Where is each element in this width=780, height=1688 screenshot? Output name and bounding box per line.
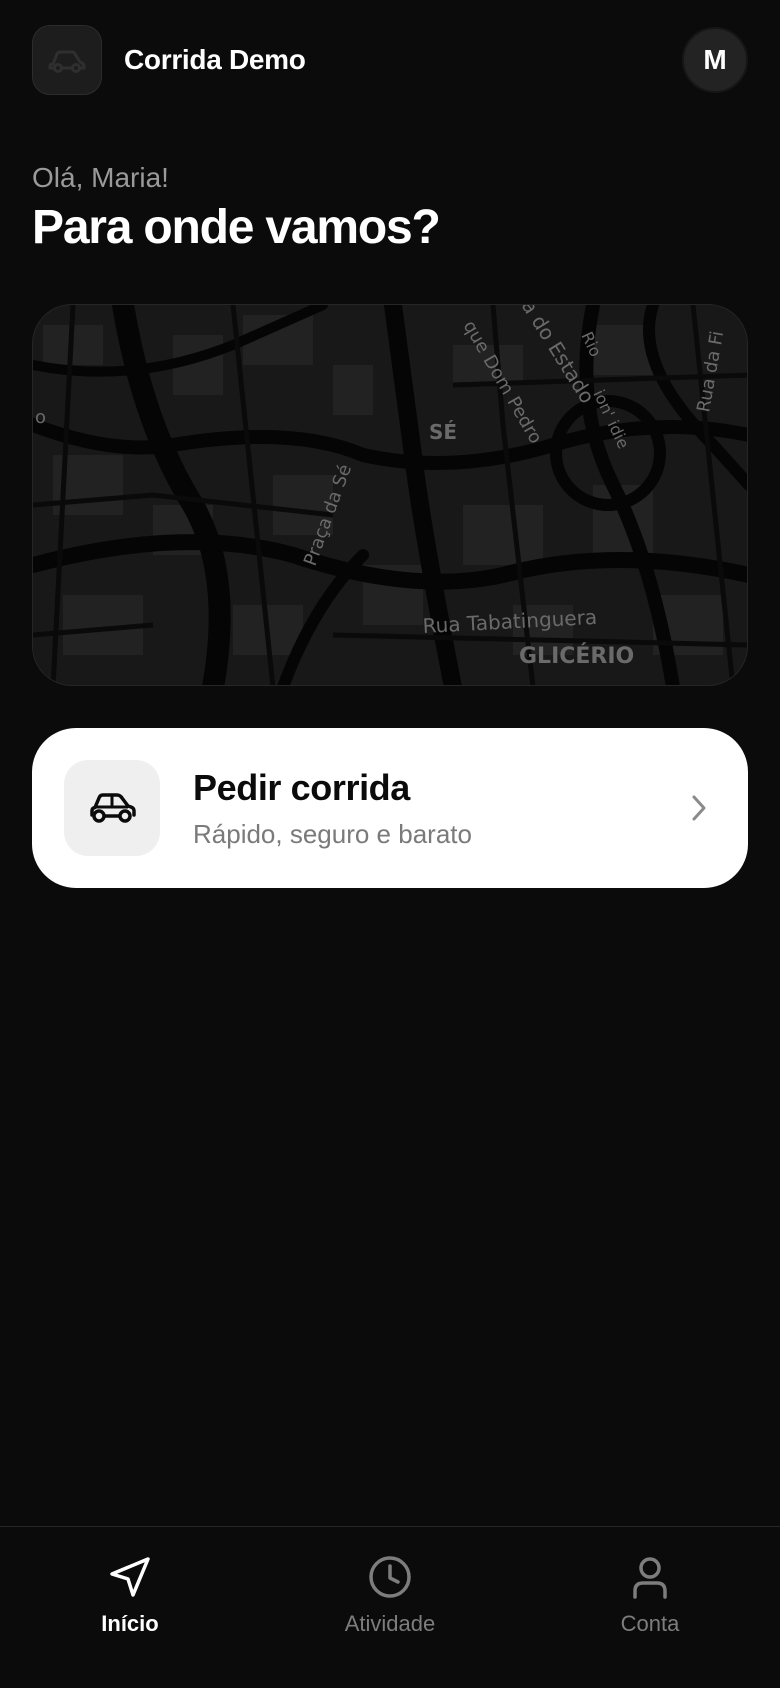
nav-item-conta[interactable]: Conta [520,1527,780,1688]
nav-item-atividade[interactable]: Atividade [260,1527,520,1688]
avatar[interactable]: M [682,27,748,93]
app-title: Corrida Demo [124,44,306,75]
clock-icon [369,1556,411,1598]
map-preview[interactable]: SÉ Praça da Sé que Dom Pedro a do Estado… [32,304,748,686]
ride-title: Pedir corrida [193,766,410,808]
page-title: Para onde vamos? [32,201,441,254]
request-ride-button[interactable]: Pedir corrida Rápido, seguro e barato [32,728,748,888]
nav-label: Conta [620,1611,680,1636]
app-logo [32,25,102,95]
nav-label: Atividade [344,1611,436,1636]
map-graphic: SÉ Praça da Sé que Dom Pedro a do Estado… [33,305,747,685]
map-label-left-edge: o [35,407,46,428]
car-icon [90,793,136,823]
nav-item-inicio[interactable]: Início [0,1527,260,1688]
chevron-right-icon [690,794,708,822]
app-header: Corrida Demo M [32,24,748,96]
ride-icon-box [64,760,160,856]
map-label-se: SÉ [429,420,457,444]
nav-label: Início [101,1611,159,1636]
navigation-arrow-icon [110,1557,150,1597]
ride-text: Pedir corrida Rápido, seguro e barato [193,767,472,850]
map-label-glicerio: GLICÉRIO [519,643,634,669]
user-icon [633,1557,667,1599]
ride-subtitle: Rápido, seguro e barato [193,818,472,849]
greeting-text: Olá, Maria! [32,162,169,193]
car-icon [48,50,86,73]
bottom-nav: Início Atividade Conta [0,1526,780,1688]
